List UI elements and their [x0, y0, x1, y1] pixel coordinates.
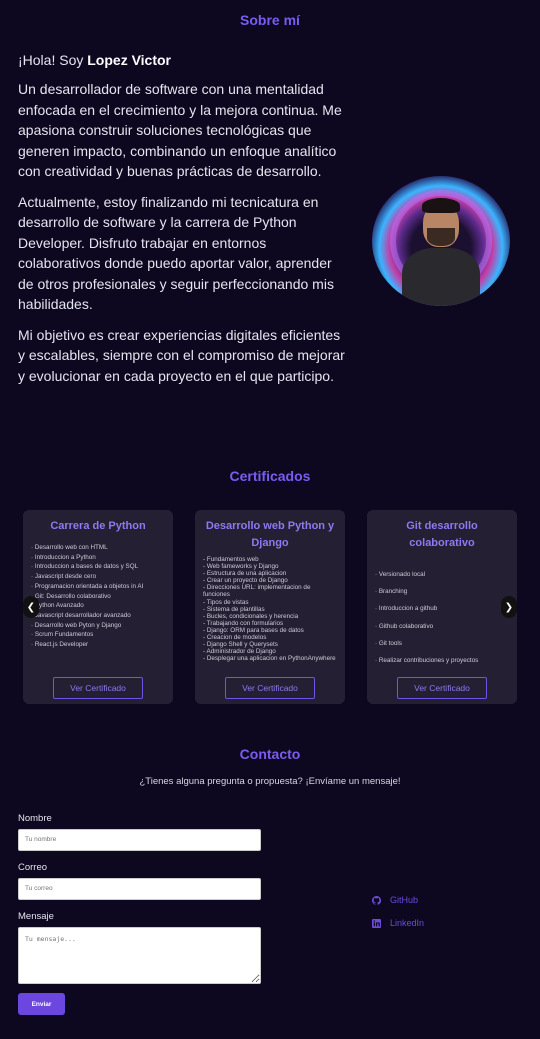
github-link[interactable]: GitHub [372, 895, 418, 905]
photo-body [402, 248, 480, 306]
certificate-topic: · Python Avanzado [31, 602, 84, 610]
certificates-title: Certificados [229, 468, 311, 484]
certificate-topic: - Direcciones URL: implementacion de fun… [203, 584, 311, 599]
certificate-topic: · Git tools [375, 639, 402, 647]
name-input[interactable] [18, 829, 261, 851]
about-paragraph-2: Actualmente, estoy finalizando mi tecnic… [18, 193, 334, 313]
linkedin-label: LinkedIn [390, 918, 425, 928]
certificate-topic: - Bucles, condicionales y herencia [203, 612, 299, 620]
carousel-prev-button[interactable]: ❮ [23, 596, 39, 618]
name-label: Nombre [18, 813, 52, 824]
certificate-card: Carrera de Python · Desarrollo web con H… [23, 510, 173, 704]
about-paragraphs: Un desarrollador de software con una men… [18, 79, 348, 396]
linkedin-icon [372, 918, 381, 928]
certificate-topic: - Trabajando con formularios [203, 619, 284, 627]
greeting-prefix: ¡Hola! Soy [18, 52, 88, 68]
certificate-topic: - Web fameworks y Django [203, 563, 279, 571]
certificate-topic: · Github colaborativo [375, 622, 434, 630]
certificate-topics: - Fundamentos web - Web fameworks y Djang… [195, 556, 345, 662]
certificate-topic: - Estructura de una aplicacion [203, 570, 287, 578]
certificate-title: Carrera de Python [50, 520, 146, 532]
certificate-topic: · Versionado local [375, 571, 426, 578]
certificate-topic: · Javascript desarrollador avanzado [31, 611, 131, 619]
certificate-topic: · React.js Developer [31, 641, 89, 649]
profile-photo [372, 176, 510, 306]
certificate-topic: · Desarrollo web con HTML [31, 544, 108, 551]
certificate-card: Git desarrollo colaborativo · Versionado… [367, 510, 517, 704]
view-certificate-button[interactable]: Ver Certificado [397, 677, 487, 699]
greeting: ¡Hola! Soy Lopez Victor [18, 50, 348, 71]
certificate-topic: · Scrum Fundamentos [31, 631, 94, 639]
view-certificate-button[interactable]: Ver Certificado [53, 677, 143, 699]
certificate-topic: - Desplegar una aplicacion en PythonAnyw… [203, 655, 336, 663]
about-paragraph-3: Mi objetivo es crear experiencias digita… [18, 326, 345, 384]
about-paragraph-1: Un desarrollador de software con una men… [18, 81, 342, 179]
certificate-topic: - Django: ORM para bases de datos [203, 626, 304, 634]
certificate-topic: - Tipos de vistas [203, 598, 249, 606]
certificate-topic: - Creacion de modelos [203, 634, 267, 642]
photo-beard [427, 228, 455, 246]
certificate-topic: - Administrador de Django [203, 648, 276, 656]
certificate-title: Desarrollo web Python y Django [205, 520, 335, 549]
about-title: Sobre mí [240, 12, 300, 28]
certificate-topic: · Introduccion a bases de datos y SQL [31, 563, 139, 571]
certificate-topic: · Branching [375, 588, 408, 596]
certificate-topics: · Desarrollo web con HTML · Introduccion … [23, 543, 173, 650]
message-textarea[interactable] [18, 927, 261, 984]
certificate-topic: - Django Shell y Querysets [203, 641, 278, 649]
certificate-topic: · Introduccion a Python [31, 553, 96, 561]
author-name: Lopez Victor [87, 52, 172, 68]
linkedin-link[interactable]: LinkedIn [372, 918, 424, 928]
email-input[interactable] [18, 878, 261, 900]
carousel-next-button[interactable]: ❯ [501, 596, 517, 618]
contact-subtitle: ¿Tienes alguna pregunta o propuesta? ¡En… [139, 776, 401, 787]
certificate-topic: · Desarrollo web Pyton y Django [31, 621, 122, 629]
certificate-topic: · Realizar contribuciones y proyectos [375, 657, 479, 665]
contact-title: Contacto [239, 746, 301, 762]
certificate-topic: · Javascript desde cero [31, 573, 97, 581]
github-label: GitHub [390, 895, 419, 905]
certificate-topic: - Sistema de plantillas [203, 605, 265, 613]
certificate-topic: - Crear un proyecto de Django [203, 577, 288, 585]
email-label: Correo [18, 862, 48, 873]
certificate-topic: · Programacion orientada a objetos in AI [31, 582, 144, 590]
send-button[interactable]: Enviar [18, 993, 65, 1015]
view-certificate-button[interactable]: Ver Certificado [225, 677, 315, 699]
github-icon [372, 895, 381, 905]
certificate-topics: · Versionado local · Branching · Introducc… [367, 566, 517, 669]
certificate-topic: - Fundamentos web [203, 556, 259, 563]
certificate-title: Git desarrollo colaborativo [406, 520, 478, 549]
message-label: Mensaje [18, 911, 54, 922]
photo-hair [422, 198, 460, 213]
certificate-topic: · Git: Desarrollo colaborativo [31, 592, 111, 600]
certificate-card: Desarrollo web Python y Django - Fundame… [195, 510, 345, 704]
certificates-carousel: Carrera de Python · Desarrollo web con H… [0, 510, 540, 705]
certificate-topic: · Introduccion a github [375, 605, 438, 613]
